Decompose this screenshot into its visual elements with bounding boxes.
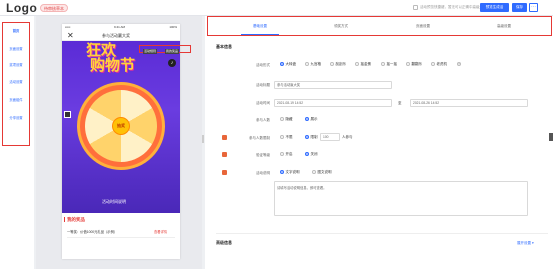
preview-button[interactable]: 预览生成活 [480,3,509,12]
my-prizes-section: 我的奖品 一等奖：价值1000元礼品（示例） 查看详情 [62,213,180,259]
preview-collapse-handle[interactable] [202,135,204,143]
participant-limit-unit: 人参与 [342,135,353,139]
verify-label: 验证等级 [256,153,270,157]
logo: Logo [6,1,38,15]
description-textarea[interactable]: 请填写活动说明信息，即可查看。 [274,181,528,216]
activity-title-label: 活动标题 [256,83,270,87]
top-bar: Logo 待审核草本 活动预览快捷键，暂无可以正确中高级活 预览生成活 保存 ⋯ [0,0,553,16]
poster-title-line-2: 购物节 [90,57,136,74]
radio-participants-show[interactable]: 展示 [305,116,318,122]
poster-caption: 活动时间说明 [102,199,126,204]
tab-advanced-settings[interactable]: 高级设置 [484,24,524,29]
activity-time-label: 活动时间 [256,101,270,105]
sidebar-item-components[interactable]: 页面组件 [3,97,29,102]
phone-page-title: 参与活动赢大奖 [102,33,130,38]
signal-icon: ▪▪▪▪▪ [65,25,71,29]
settings-tabs: 基础设置 领奖方式 页面设置 高级设置 [207,16,552,36]
radio-activity-type[interactable]: 刮刮乐 [330,61,346,67]
participant-limit-input[interactable]: 100 [320,133,340,141]
prize-row: 一等奖：价值1000元礼品（示例） [67,230,118,234]
wheel-segments: 抽奖 [85,90,157,162]
sidebar-item-prize-settings[interactable]: 奖项设置 [3,62,29,67]
start-time-input[interactable]: 2021-08-19 14:52 [274,99,392,107]
settings-form [205,16,553,269]
sidebar-item-activity-settings[interactable]: 活动设置 [3,79,29,84]
radio-limit-none[interactable]: 不限 [280,134,293,140]
radio-activity-type[interactable]: 大转盘 [280,61,296,67]
radio-desc-image-text[interactable]: 图文说明 [312,169,332,175]
participant-limit-label: 参与人数限制 [249,136,270,140]
radio-activity-type[interactable]: 老虎机 [431,61,447,67]
radio-activity-type[interactable]: 九宫格 [305,61,321,67]
my-prizes-button[interactable]: 我的奖品 [165,49,180,54]
radio-participants-hide[interactable]: 隐藏 [280,116,293,122]
radio-verify-off[interactable]: 关闭 [305,151,318,157]
activity-rules-button[interactable]: 活动规则 [143,49,158,54]
divider [216,233,548,234]
save-button[interactable]: 保存 [512,3,527,12]
music-icon[interactable]: ♪ [168,59,176,67]
qr-code-icon[interactable] [64,111,71,118]
info-icon [413,5,418,10]
activity-title-input[interactable]: 参与活动赢大奖 [274,81,392,89]
sidebar-highlight-box [2,22,30,146]
prize-wheel: 抽奖 [80,85,162,167]
help-icon[interactable]: ? [457,62,461,66]
radio-limit-on[interactable]: 限制 [305,134,318,140]
description-label: 活动说明 [256,171,270,175]
my-prizes-title: 我的奖品 [64,217,85,222]
activity-poster: 狂欢 购物节 ♪ 抽奖 活动时间说明 [62,41,180,213]
phone-nav-buttons-highlight: 活动规则 我的奖品 [139,45,191,54]
status-time: 9:41 AM [114,25,126,29]
sidebar-item-share-settings[interactable]: 分享设置 [3,115,29,120]
tab-basic-settings[interactable]: 基础设置 [240,24,280,29]
draft-status-badge: 待审核草本 [40,4,68,12]
sidebar-item-page-settings[interactable]: 页面设置 [3,46,29,51]
section-title-advanced: 高级信息 [216,240,232,245]
phone-preview: ▪▪▪▪▪ 9:41 AM 100% ✕ 参与活动赢大奖 狂欢 购物节 ♪ 抽奖… [62,24,180,259]
radio-activity-type[interactable]: 摇金蛋 [355,61,371,67]
expand-advanced-link[interactable]: 展开设置 ▾ [517,241,534,246]
tab-prize-claim[interactable]: 领奖方式 [321,24,361,29]
active-tab-indicator [241,34,279,35]
tab-page-settings[interactable]: 页面设置 [403,24,443,29]
right-panel-handle[interactable] [549,133,553,141]
radio-activity-type[interactable]: 摇一摇 [381,61,397,67]
header-hint-text: 活动预览快捷键，暂无可以正确中高级活 [420,5,483,9]
radio-desc-text[interactable]: 文字说明 [280,169,300,175]
end-time-input[interactable]: 2021-08-26 14:52 [410,99,528,107]
participants-label: 参与人数 [256,118,270,122]
radio-activity-type[interactable]: 翻翻乐 [406,61,422,67]
battery-level: 100% [169,25,177,29]
activity-type-label: 活动形式 [256,63,270,67]
sidebar-item-home[interactable]: 首页 [3,28,29,33]
divider [67,237,175,238]
section-title-basic: 基本信息 [216,44,232,49]
spin-button[interactable]: 抽奖 [112,117,130,135]
close-icon[interactable]: ✕ [67,31,74,40]
more-button[interactable]: ⋯ [529,3,538,12]
time-range-separator: 至 [398,101,402,105]
phone-nav-bar: ✕ 参与活动赢大奖 [62,30,180,41]
radio-verify-on[interactable]: 开启 [280,151,293,157]
prize-details-link[interactable]: 查看详情 [154,229,167,234]
